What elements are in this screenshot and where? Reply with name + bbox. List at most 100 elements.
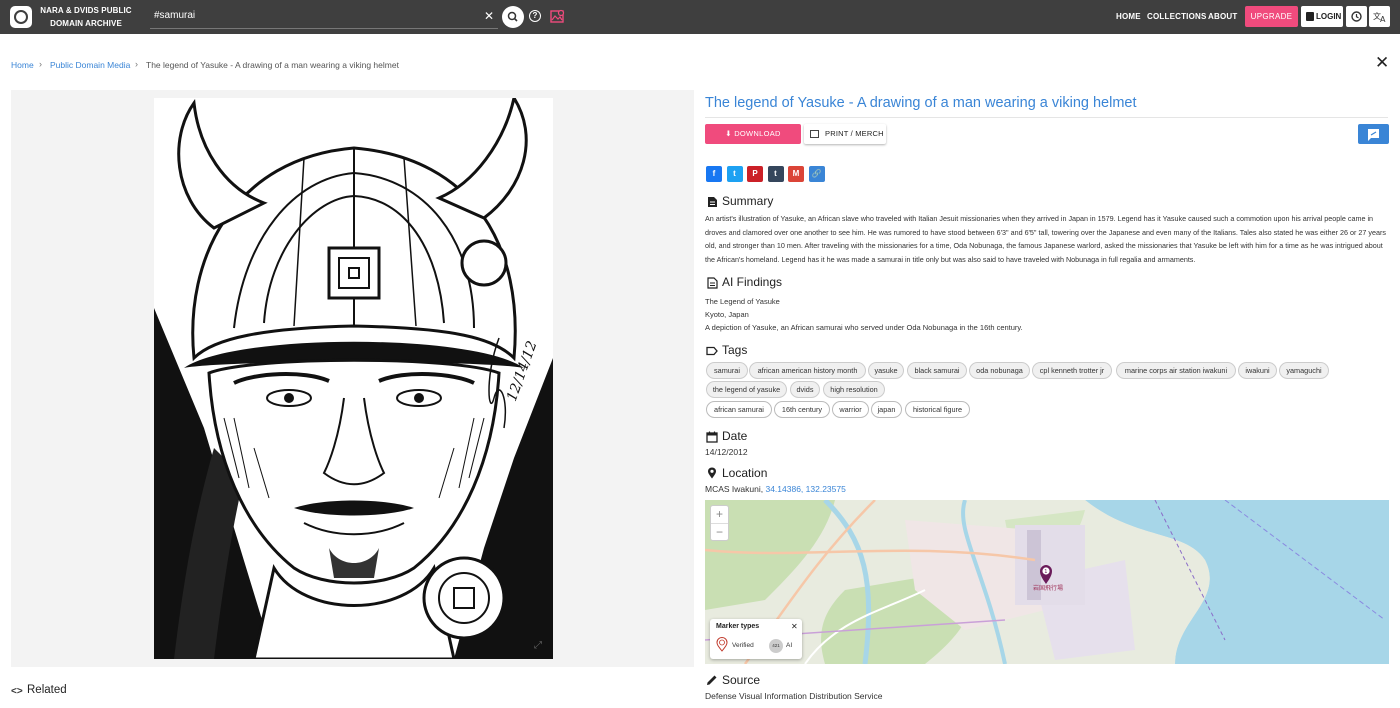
tag-chip[interactable]: samurai — [706, 362, 748, 379]
feedback-button[interactable] — [1358, 124, 1389, 144]
help-icon[interactable]: ? — [529, 10, 541, 22]
zoom-out-button[interactable]: − — [711, 523, 728, 540]
marker-legend: Marker types ✕ Verified 421 AI — [710, 619, 802, 659]
ai-finding-item: The Legend of Yasuke — [705, 297, 780, 306]
svg-text:A: A — [1380, 15, 1386, 24]
location-map[interactable]: 1 岩国飛行場 — [705, 500, 1389, 664]
location-value: MCAS Iwakuni, 34.14386, 132.23575 — [705, 484, 846, 494]
download-icon: ⬇ — [725, 129, 735, 138]
related-heading: Related — [27, 684, 67, 696]
legend-close-icon[interactable]: ✕ — [791, 622, 798, 631]
tags-heading: Tags — [722, 343, 748, 357]
translate-icon: 文 A — [1373, 11, 1386, 24]
share-facebook-button[interactable]: f — [706, 166, 722, 182]
clear-icon[interactable]: ✕ — [484, 9, 494, 23]
breadcrumb-section[interactable]: Public Domain Media — [50, 60, 130, 71]
nav-about[interactable]: ABOUT — [1208, 12, 1237, 21]
document-icon — [707, 277, 718, 289]
share-copy-link-button[interactable]: 🔗 — [808, 166, 825, 182]
search-button[interactable] — [502, 6, 524, 28]
tag-chip[interactable]: 16th century — [774, 401, 830, 418]
tag-chip[interactable]: warrior — [832, 401, 869, 418]
login-button[interactable]: LOGIN — [1301, 6, 1343, 27]
location-coordinates-link[interactable]: 34.14386, 132.23575 — [765, 484, 845, 494]
tag-chip[interactable]: african samurai — [706, 401, 772, 418]
legend-title: Marker types — [716, 623, 760, 630]
location-pin-icon — [708, 467, 716, 479]
fullscreen-icon[interactable]: ⤢ — [534, 641, 542, 651]
calendar-icon — [706, 431, 718, 443]
download-label: DOWNLOAD — [734, 129, 781, 138]
share-twitter-button[interactable]: t — [726, 166, 743, 182]
download-button[interactable]: ⬇ DOWNLOAD — [705, 124, 801, 144]
date-heading: Date — [722, 429, 748, 443]
tag-chip[interactable]: japan — [871, 401, 902, 418]
login-label: LOGIN — [1316, 12, 1342, 21]
page-title: The legend of Yasuke - A drawing of a ma… — [705, 95, 1137, 111]
location-name: MCAS Iwakuni, — [705, 484, 766, 494]
tag-chip[interactable]: yamaguchi — [1279, 362, 1329, 379]
legend-ai-label: AI — [786, 642, 793, 649]
nav-collections[interactable]: COLLECTIONS — [1147, 12, 1207, 21]
tag-chip[interactable]: marine corps air station iwakuni — [1116, 362, 1236, 379]
location-heading: Location — [722, 466, 768, 480]
tag-chip[interactable]: black samurai — [907, 362, 967, 379]
tag-chip[interactable]: iwakuni — [1238, 362, 1277, 379]
breadcrumb-home[interactable]: Home — [11, 60, 34, 71]
map-zoom-control: + − — [710, 505, 729, 541]
feedback-icon — [1368, 129, 1379, 141]
tag-chip[interactable]: african american history month — [749, 362, 866, 379]
tag-chip[interactable]: high resolution — [823, 381, 885, 398]
tag-icon — [706, 346, 718, 356]
source-heading: Source — [722, 673, 761, 687]
ai-marker-badge: 421 — [769, 639, 783, 653]
print-label: PRINT / MERCH — [825, 129, 884, 138]
description-icon — [708, 197, 717, 207]
brand-line-1: NARA & DVIDS PUBLIC — [40, 6, 132, 15]
share-gmail-button[interactable]: M — [788, 166, 804, 182]
tag-chip[interactable]: oda nobunaga — [969, 362, 1030, 379]
zoom-in-button[interactable]: + — [711, 506, 728, 523]
tag-chip[interactable]: cpl kenneth trotter jr — [1032, 362, 1112, 379]
legend-verified-label: Verified — [732, 642, 754, 649]
tag-chip[interactable]: dvids — [790, 381, 820, 398]
tag-chip[interactable]: the legend of yasuke — [706, 381, 787, 398]
chevron-right-icon: › — [39, 59, 42, 69]
code-icon: <> — [11, 686, 23, 697]
close-icon[interactable]: ✕ — [1375, 54, 1389, 71]
verified-marker-icon — [716, 637, 728, 652]
source-value: Defense Visual Information Distribution … — [705, 691, 883, 701]
search-icon — [507, 11, 518, 22]
tag-chip[interactable]: yasuke — [868, 362, 904, 379]
image-icon — [810, 130, 819, 138]
history-icon — [1351, 11, 1362, 22]
summary-heading: Summary — [722, 194, 774, 208]
translate-button[interactable]: 文 A — [1369, 6, 1390, 27]
summary-text: An artist's illustration of Yasuke, an A… — [705, 214, 1386, 264]
search-input[interactable]: #samurai — [150, 4, 498, 29]
chevron-right-icon: › — [135, 59, 138, 69]
brand-title[interactable]: NARA & DVIDS PUBLIC DOMAIN ARCHIVE — [40, 4, 132, 30]
divider — [705, 117, 1388, 118]
share-pinterest-button[interactable]: P — [747, 166, 763, 182]
brand-line-2: DOMAIN ARCHIVE — [50, 19, 122, 28]
search-value[interactable]: #samurai — [154, 10, 195, 21]
ai-finding-item: Kyoto, Japan — [705, 310, 749, 319]
archive-logo-icon[interactable] — [10, 6, 32, 28]
history-button[interactable] — [1346, 6, 1367, 27]
artwork-image[interactable]: 12/14/12 — [154, 98, 553, 659]
image-search-icon[interactable] — [550, 9, 565, 24]
map-place-label: 岩国飛行場 — [1033, 584, 1063, 592]
tag-chip[interactable]: historical figure — [905, 401, 970, 418]
ai-finding-item: A depiction of Yasuke, an African samura… — [705, 323, 1023, 332]
upgrade-button[interactable]: UPGRADE — [1245, 6, 1298, 27]
account-icon — [1306, 12, 1314, 21]
ai-findings-heading: AI Findings — [722, 275, 783, 289]
breadcrumb-current: The legend of Yasuke - A drawing of a ma… — [146, 60, 399, 70]
share-tumblr-button[interactable]: t — [767, 166, 784, 182]
pencil-icon — [707, 675, 717, 685]
nav-home[interactable]: HOME — [1116, 12, 1141, 21]
date-value: 14/12/2012 — [705, 447, 748, 457]
svg-text:1: 1 — [1044, 569, 1047, 575]
print-merch-button[interactable]: PRINT / MERCH — [804, 124, 886, 144]
